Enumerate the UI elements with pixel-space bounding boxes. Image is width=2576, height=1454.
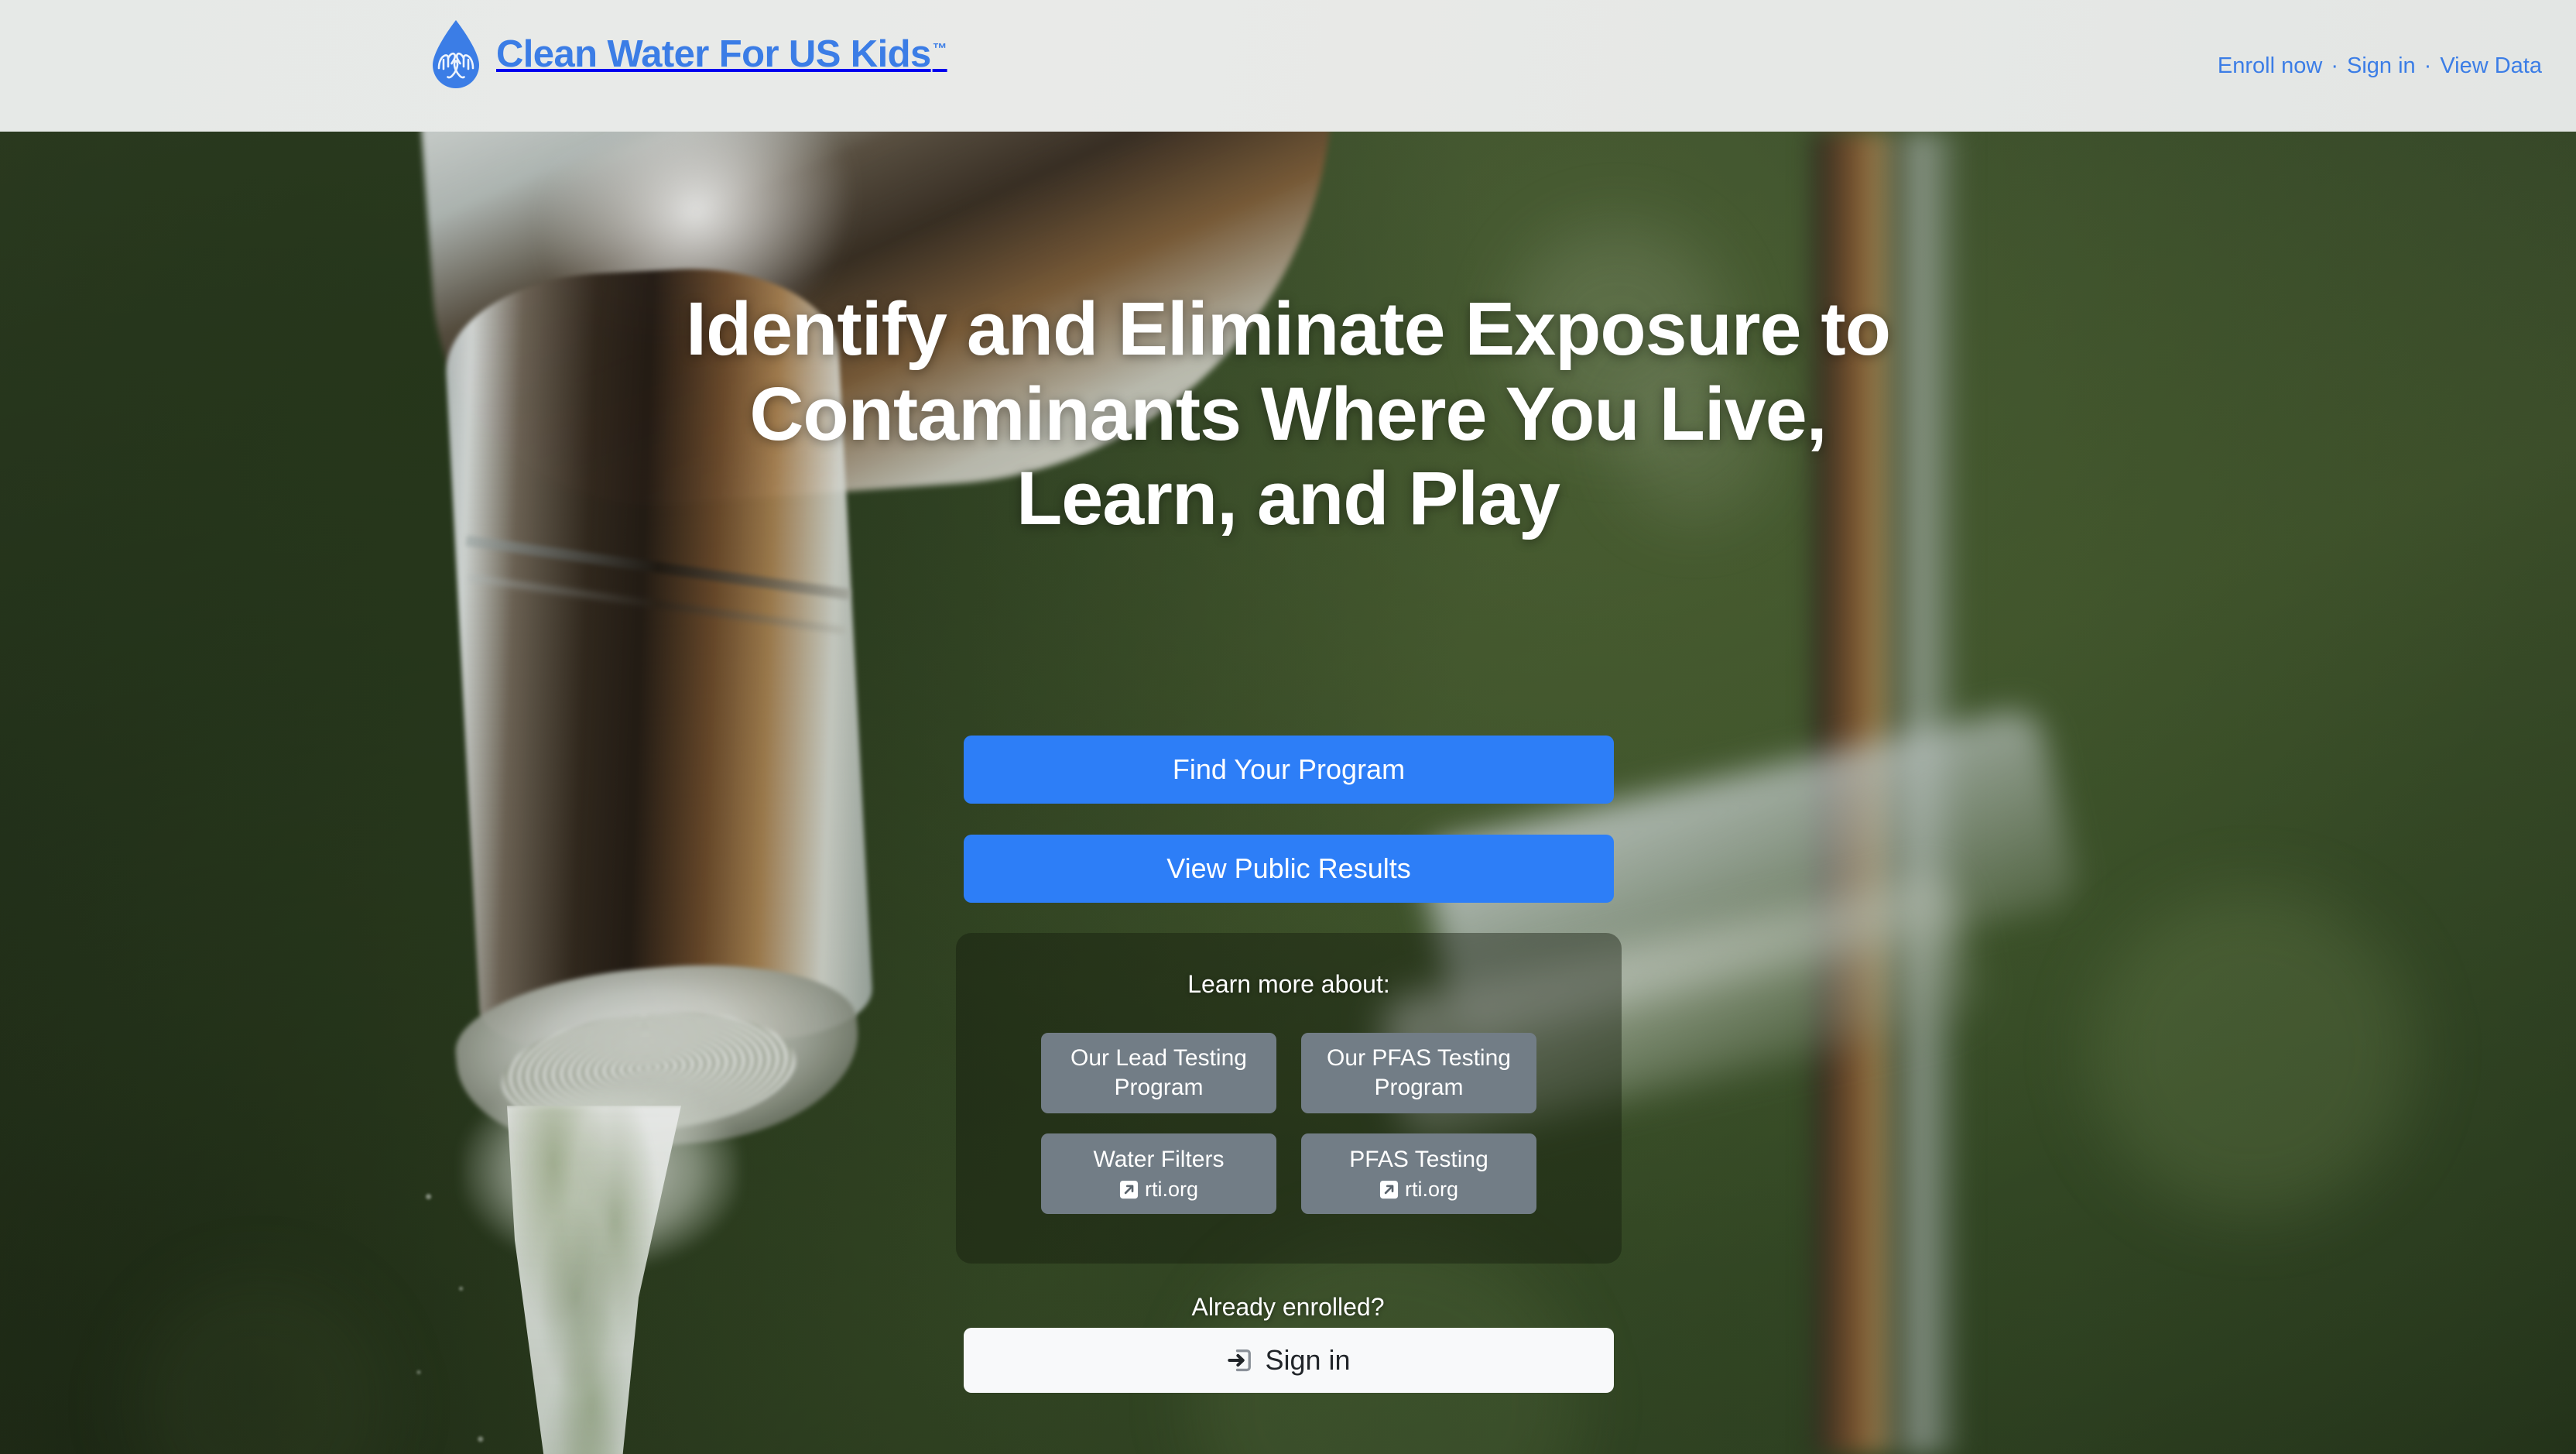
header-nav: Enroll now · Sign in · View Data	[2218, 0, 2542, 132]
learn-button-label: Our Lead Testing Program	[1070, 1045, 1247, 1100]
find-your-program-button[interactable]: Find Your Program	[964, 736, 1614, 804]
nav-separator: ·	[2331, 53, 2338, 78]
box-arrow-in-right-icon	[1228, 1349, 1252, 1372]
external-link-icon	[1379, 1180, 1399, 1199]
trademark-symbol: ™	[932, 40, 947, 57]
sign-in-button[interactable]: Sign in	[964, 1328, 1614, 1393]
sign-in-button-label: Sign in	[1265, 1344, 1351, 1376]
hero-section: Identify and Eliminate Exposure to Conta…	[0, 132, 2576, 1454]
site-header: Clean Water For US Kids ™ Enroll now · Si…	[0, 0, 2576, 132]
learn-button-pfas-testing[interactable]: PFAS Testing rti.org	[1301, 1133, 1536, 1214]
nav-link-enroll-now[interactable]: Enroll now	[2218, 53, 2322, 79]
page-title: Identify and Eliminate Exposure to Conta…	[686, 286, 1891, 541]
view-public-results-button[interactable]: View Public Results	[964, 835, 1614, 903]
brand-name: Clean Water For US Kids ™	[496, 33, 947, 75]
learn-button-label: PFAS Testing	[1349, 1146, 1488, 1172]
learn-more-card: Learn more about: Our Lead Testing Progr…	[956, 933, 1622, 1264]
external-link-domain: rti.org	[1404, 1178, 1459, 1202]
learn-button-label: Our PFAS Testing Program	[1327, 1045, 1511, 1100]
already-enrolled-label: Already enrolled?	[1191, 1293, 1385, 1321]
learn-more-title: Learn more about:	[1187, 970, 1390, 998]
learn-button-lead-testing-program[interactable]: Our Lead Testing Program	[1041, 1033, 1276, 1113]
nav-link-sign-in[interactable]: Sign in	[2347, 53, 2416, 79]
nav-separator: ·	[2424, 53, 2432, 78]
nav-link-view-data[interactable]: View Data	[2440, 53, 2542, 79]
water-droplet-hands-icon	[433, 20, 479, 88]
external-link-row: rti.org	[1119, 1176, 1198, 1202]
learn-button-label: Water Filters	[1093, 1146, 1225, 1172]
hero-content: Identify and Eliminate Exposure to Conta…	[0, 132, 2576, 1454]
brand-logo-link[interactable]: Clean Water For US Kids ™	[428, 19, 947, 90]
external-link-icon	[1119, 1180, 1139, 1199]
learn-more-button-grid: Our Lead Testing Program Our PFAS Testin…	[1041, 1033, 1536, 1214]
external-link-domain: rti.org	[1144, 1178, 1199, 1202]
learn-button-pfas-testing-program[interactable]: Our PFAS Testing Program	[1301, 1033, 1536, 1113]
learn-button-water-filters[interactable]: Water Filters rti.org	[1041, 1133, 1276, 1214]
external-link-row: rti.org	[1379, 1176, 1458, 1202]
